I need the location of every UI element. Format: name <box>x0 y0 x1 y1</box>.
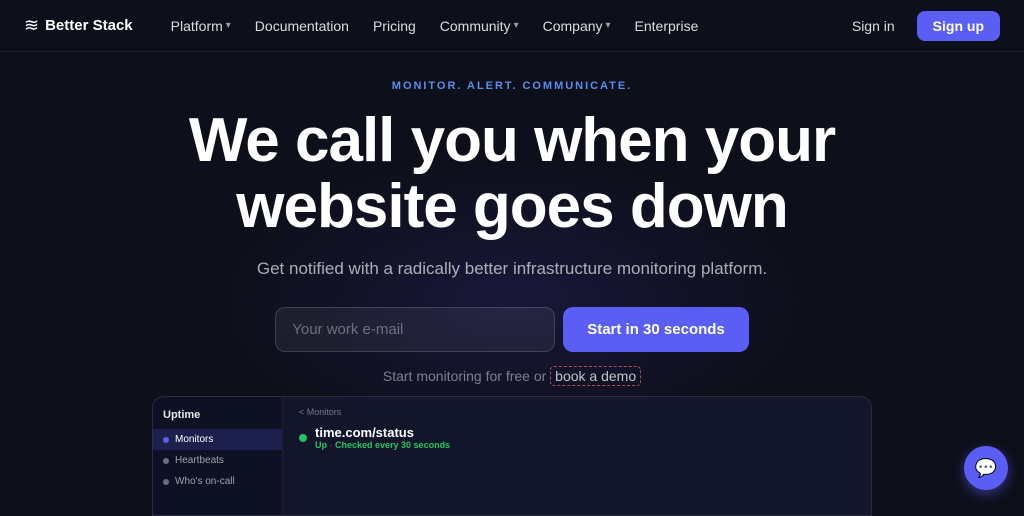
dot-icon <box>163 479 169 485</box>
book-demo-link[interactable]: book a demo <box>550 366 641 386</box>
navbar: ≋ Better Stack Platform ▾ Documentation … <box>0 0 1024 52</box>
cta-button[interactable]: Start in 30 seconds <box>563 307 749 352</box>
breadcrumb: < Monitors <box>299 407 855 417</box>
email-input[interactable] <box>275 307 555 352</box>
status-indicator <box>299 434 307 442</box>
sidebar-item-oncall[interactable]: Who's on-call <box>153 471 282 492</box>
nav-company[interactable]: Company ▾ <box>533 12 621 40</box>
logo[interactable]: ≋ Better Stack <box>24 15 133 36</box>
sidebar-section-title: Uptime <box>153 407 282 429</box>
logo-icon: ≋ <box>24 15 39 36</box>
dot-icon <box>163 437 169 443</box>
nav-enterprise[interactable]: Enterprise <box>625 12 709 40</box>
monitor-status: Up · Checked every 30 seconds <box>315 440 450 450</box>
nav-links: Platform ▾ Documentation Pricing Communi… <box>161 12 840 40</box>
hero-section: MONITOR. ALERT. COMMUNICATE. We call you… <box>0 52 1024 384</box>
chevron-down-icon: ▾ <box>606 20 611 31</box>
dot-icon <box>163 458 169 464</box>
sidebar-item-monitors[interactable]: Monitors <box>153 429 282 450</box>
dashboard-sidebar: Uptime Monitors Heartbeats Who's on-call <box>153 397 283 515</box>
sidebar-item-heartbeats[interactable]: Heartbeats <box>153 450 282 471</box>
hero-subtitle: Get notified with a radically better inf… <box>257 259 767 279</box>
monitor-name: time.com/status <box>315 425 450 440</box>
hero-demo-text: Start monitoring for free or book a demo <box>383 368 641 384</box>
hero-tagline: MONITOR. ALERT. COMMUNICATE. <box>392 80 632 92</box>
logo-text: Better Stack <box>45 17 133 34</box>
chat-icon: 💬 <box>975 458 997 479</box>
nav-platform[interactable]: Platform ▾ <box>161 12 241 40</box>
dashboard-preview: Uptime Monitors Heartbeats Who's on-call… <box>152 396 872 516</box>
signin-button[interactable]: Sign in <box>840 12 907 40</box>
chevron-down-icon: ▾ <box>514 20 519 31</box>
monitor-info: time.com/status Up · Checked every 30 se… <box>315 425 450 450</box>
nav-actions: Sign in Sign up <box>840 11 1000 41</box>
monitor-row: time.com/status Up · Checked every 30 se… <box>299 425 855 450</box>
chevron-down-icon: ▾ <box>226 20 231 31</box>
signup-button[interactable]: Sign up <box>917 11 1000 41</box>
chat-widget[interactable]: 💬 <box>964 446 1008 490</box>
hero-form: Start in 30 seconds <box>275 307 749 352</box>
nav-pricing[interactable]: Pricing <box>363 12 426 40</box>
nav-community[interactable]: Community ▾ <box>430 12 529 40</box>
dashboard-main: < Monitors time.com/status Up · Checked … <box>283 397 871 515</box>
hero-title: We call you when your website goes down <box>189 108 835 241</box>
nav-documentation[interactable]: Documentation <box>245 12 359 40</box>
